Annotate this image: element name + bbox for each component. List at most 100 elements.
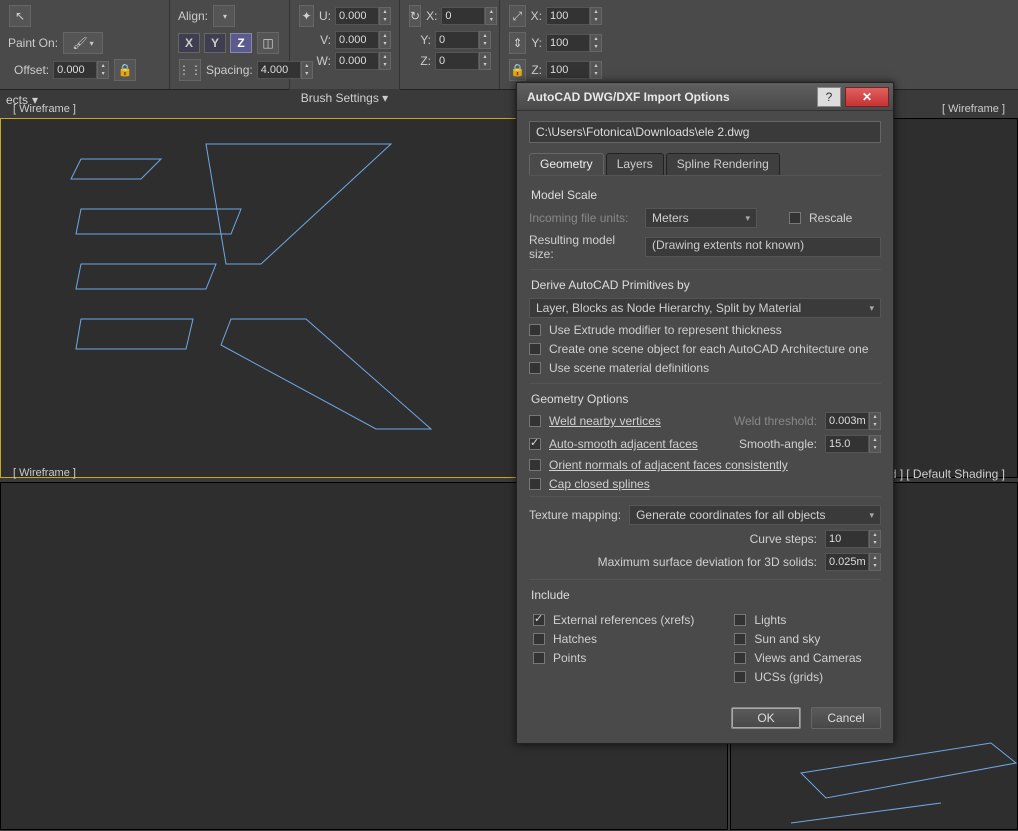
- ry-spinner[interactable]: ▴▾: [435, 31, 491, 49]
- xrefs-checkbox[interactable]: [533, 614, 545, 626]
- vp-label-tr[interactable]: [ Wireframe ]: [936, 99, 1011, 119]
- ucss-checkbox[interactable]: [734, 671, 746, 683]
- points-checkbox[interactable]: [533, 652, 545, 664]
- weld-label: Weld nearby vertices: [549, 414, 661, 428]
- smooth-angle-label: Smooth-angle:: [739, 437, 817, 451]
- w-spinner[interactable]: ▴▾: [335, 52, 391, 70]
- axis-y-button[interactable]: Y: [204, 33, 226, 53]
- autosmooth-label: Auto-smooth adjacent faces: [549, 437, 698, 451]
- tab-layers[interactable]: Layers: [606, 153, 664, 175]
- sz-spinner[interactable]: ▴▾: [546, 61, 602, 79]
- sy-label: Y:: [531, 36, 542, 50]
- ok-button[interactable]: OK: [731, 707, 801, 729]
- tab-spline-rendering[interactable]: Spline Rendering: [666, 153, 780, 175]
- align-extra-icon[interactable]: ◫: [257, 32, 279, 54]
- orient-checkbox[interactable]: [529, 459, 541, 471]
- v-label: V:: [320, 33, 331, 47]
- sunsky-checkbox[interactable]: [734, 633, 746, 645]
- scale-lock-icon[interactable]: 🔒: [509, 59, 526, 81]
- views-checkbox[interactable]: [734, 652, 746, 664]
- geom-opts-title: Geometry Options: [531, 392, 881, 406]
- offset-input[interactable]: [53, 61, 97, 79]
- xrefs-label: External references (xrefs): [553, 613, 694, 627]
- sy-spinner[interactable]: ▴▾: [546, 34, 602, 52]
- resulting-size-label: Resulting model size:: [529, 233, 637, 261]
- incoming-units-combo: Meters: [645, 208, 757, 228]
- align-dropdown[interactable]: [213, 5, 235, 27]
- scale-link-icon[interactable]: ⇕: [509, 32, 526, 54]
- use-scene-mat-label: Use scene material definitions: [549, 361, 709, 375]
- autosmooth-checkbox[interactable]: [529, 438, 541, 450]
- rescale-label: Rescale: [809, 211, 852, 225]
- close-button[interactable]: ✕: [845, 87, 889, 107]
- import-options-dialog: AutoCAD DWG/DXF Import Options ? ✕ Geome…: [516, 82, 894, 744]
- dialog-titlebar[interactable]: AutoCAD DWG/DXF Import Options ? ✕: [517, 83, 893, 111]
- u-spinner[interactable]: ▴▾: [335, 7, 391, 25]
- max-dev-spinner[interactable]: ▴▾: [825, 553, 881, 571]
- orient-label: Orient normals of adjacent faces consist…: [549, 458, 788, 472]
- weld-thresh-spinner: ▴▾: [825, 412, 881, 430]
- sx-spinner[interactable]: ▴▾: [546, 7, 602, 25]
- rescale-checkbox[interactable]: [789, 212, 801, 224]
- paint-on-label: Paint On:: [8, 36, 58, 50]
- ucss-label: UCSs (grids): [754, 670, 823, 684]
- offset-spinner[interactable]: ▴▾: [53, 61, 109, 79]
- curve-steps-spinner[interactable]: ▴▾: [825, 530, 881, 548]
- help-button[interactable]: ?: [817, 87, 841, 107]
- max-dev-label: Maximum surface deviation for 3D solids:: [529, 555, 817, 569]
- rx-label: X:: [426, 9, 437, 23]
- tabs: Geometry Layers Spline Rendering: [529, 153, 881, 175]
- tex-map-combo[interactable]: Generate coordinates for all objects: [629, 505, 881, 525]
- weld-checkbox[interactable]: [529, 415, 541, 427]
- model-scale-title: Model Scale: [531, 188, 881, 202]
- geometry-panel: Model Scale Incoming file units: Meters …: [529, 175, 881, 729]
- tex-map-label: Texture mapping:: [529, 508, 621, 522]
- ribbon: ↖ Paint On: 🖌 Offset: ▴▾ 🔒 Align: X Y Z …: [0, 0, 1018, 90]
- use-extrude-label: Use Extrude modifier to represent thickn…: [549, 323, 782, 337]
- hatches-checkbox[interactable]: [533, 633, 545, 645]
- scale-icon[interactable]: ⤢: [509, 5, 526, 27]
- lock-icon[interactable]: 🔒: [114, 59, 136, 81]
- file-path-input[interactable]: [529, 121, 881, 143]
- include-title: Include: [531, 588, 881, 602]
- rx-spinner[interactable]: ▴▾: [441, 7, 497, 25]
- weld-thresh-label: Weld threshold:: [734, 414, 817, 428]
- scatter-icon[interactable]: ✦: [299, 5, 314, 27]
- axis-z-button[interactable]: Z: [230, 33, 252, 53]
- smooth-angle-spinner[interactable]: ▴▾: [825, 435, 881, 453]
- points-label: Points: [553, 651, 586, 665]
- cancel-button[interactable]: Cancel: [811, 707, 881, 729]
- rotate-icon[interactable]: ↻: [409, 5, 421, 27]
- sunsky-label: Sun and sky: [754, 632, 820, 646]
- use-scene-mat-checkbox[interactable]: [529, 362, 541, 374]
- views-label: Views and Cameras: [754, 651, 861, 665]
- use-extrude-checkbox[interactable]: [529, 324, 541, 336]
- vp-label-tl[interactable]: [ Wireframe ]: [7, 99, 82, 119]
- u-label: U:: [319, 9, 331, 23]
- cap-checkbox[interactable]: [529, 478, 541, 490]
- spacing-icon[interactable]: ⋮⋮: [179, 59, 201, 81]
- axis-x-button[interactable]: X: [178, 33, 200, 53]
- cap-label: Cap closed splines: [549, 477, 650, 491]
- lights-label: Lights: [754, 613, 786, 627]
- curve-steps-label: Curve steps:: [529, 532, 817, 546]
- dialog-title: AutoCAD DWG/DXF Import Options: [527, 90, 817, 104]
- create-one-checkbox[interactable]: [529, 343, 541, 355]
- incoming-units-label: Incoming file units:: [529, 211, 637, 225]
- hatches-label: Hatches: [553, 632, 597, 646]
- sz-label: Z:: [531, 63, 542, 77]
- w-label: W:: [317, 54, 331, 68]
- align-label: Align:: [178, 9, 208, 23]
- lights-checkbox[interactable]: [734, 614, 746, 626]
- arrow-select-icon[interactable]: ↖: [9, 5, 31, 27]
- v-spinner[interactable]: ▴▾: [335, 31, 391, 49]
- derive-combo[interactable]: Layer, Blocks as Node Hierarchy, Split b…: [529, 298, 881, 318]
- spacing-label: Spacing:: [206, 63, 253, 77]
- ry-label: Y:: [420, 33, 431, 47]
- tab-geometry[interactable]: Geometry: [529, 153, 604, 175]
- rz-spinner[interactable]: ▴▾: [435, 52, 491, 70]
- offset-label: Offset:: [14, 63, 49, 77]
- vp-label-br[interactable]: d ] [ Default Shading ]: [884, 463, 1011, 485]
- paint-on-dropdown[interactable]: 🖌: [63, 32, 103, 54]
- vp-label-bl[interactable]: [ Wireframe ]: [7, 463, 82, 483]
